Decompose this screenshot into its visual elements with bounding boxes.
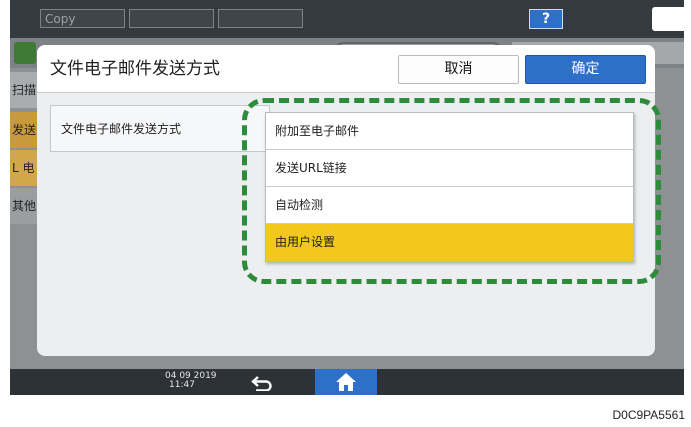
moon-icon (663, 12, 670, 26)
scanner-app-icon (14, 42, 36, 64)
dialog-title: 文件电子邮件发送方式 (50, 59, 220, 79)
datetime: 04 09 2019 11:47 (165, 372, 217, 390)
back-button[interactable] (250, 373, 274, 393)
home-icon (336, 373, 356, 391)
ok-button[interactable]: 确定 (525, 55, 646, 84)
left-menu-label: 发送 (12, 123, 37, 137)
dialog-header: 文件电子邮件发送方式 取消 确定 (37, 45, 655, 93)
energy-saver-button[interactable] (652, 7, 684, 31)
tab-blank-1[interactable] (129, 9, 214, 28)
help-button[interactable]: ? (529, 9, 563, 29)
callout-highlight (242, 98, 661, 284)
top-bar: Copy ? (10, 0, 684, 38)
left-menu-label: L 电 (12, 161, 35, 175)
home-button[interactable] (315, 369, 377, 395)
send-method-setting[interactable]: 文件电子邮件发送方式 (50, 105, 270, 152)
cancel-button[interactable]: 取消 (398, 55, 519, 84)
time-text: 11:47 (169, 380, 195, 390)
setting-label: 文件电子邮件发送方式 (61, 122, 182, 136)
tab-copy[interactable]: Copy (40, 9, 125, 28)
tab-copy-label: Copy (45, 12, 76, 26)
left-menu-label: 扫描 (12, 83, 37, 97)
left-menu-label: 其他 (12, 199, 37, 213)
figure-id: D0C9PA5561 (612, 408, 686, 422)
help-label: ? (541, 11, 551, 27)
tab-blank-2[interactable] (218, 9, 303, 28)
back-arrow-icon (251, 376, 272, 391)
